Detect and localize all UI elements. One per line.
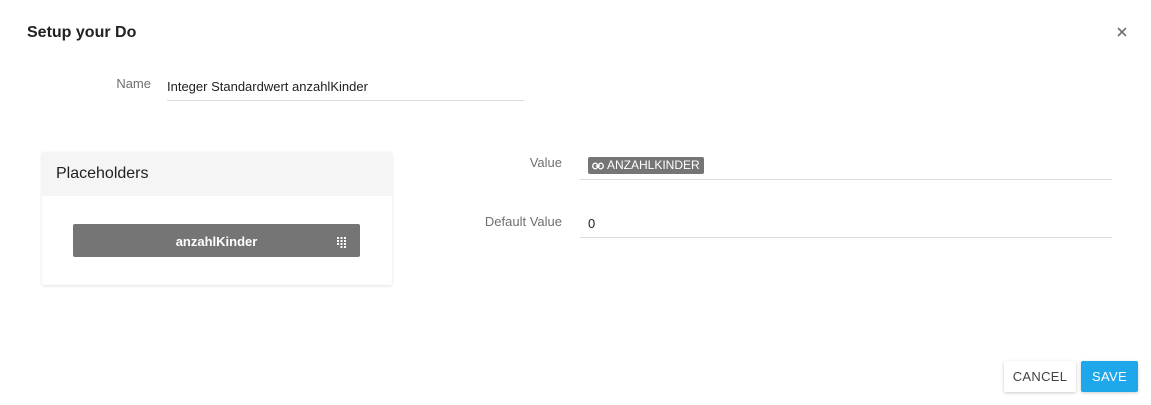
- placeholders-panel: Placeholders anzahlKinder: [42, 152, 392, 285]
- name-label: Name: [116, 76, 151, 91]
- default-value-input[interactable]: [580, 210, 1112, 238]
- value-label: Value: [529, 155, 562, 170]
- placeholders-title: Placeholders: [56, 165, 149, 182]
- default-value-label: Default Value: [484, 214, 562, 229]
- placeholder-item-label: anzahlKinder: [175, 234, 258, 249]
- close-icon[interactable]: [1114, 24, 1130, 40]
- value-chip[interactable]: ANZAHLKINDER: [588, 157, 704, 174]
- value-field[interactable]: ANZAHLKINDER: [580, 152, 1112, 180]
- placeholders-header: Placeholders: [42, 152, 392, 196]
- link-icon: [592, 162, 604, 170]
- dialog-title: Setup your Do: [27, 24, 137, 41]
- drag-handle-icon[interactable]: [337, 235, 346, 248]
- cancel-button[interactable]: CANCEL: [1004, 361, 1076, 392]
- name-input[interactable]: [167, 72, 524, 101]
- save-button[interactable]: SAVE: [1081, 361, 1138, 392]
- placeholder-item-anzahlkinder[interactable]: anzahlKinder: [73, 224, 360, 257]
- setup-dialog: Setup your Do Name Placeholders anzahlKi…: [0, 0, 1151, 405]
- value-chip-label: ANZAHLKINDER: [607, 158, 700, 172]
